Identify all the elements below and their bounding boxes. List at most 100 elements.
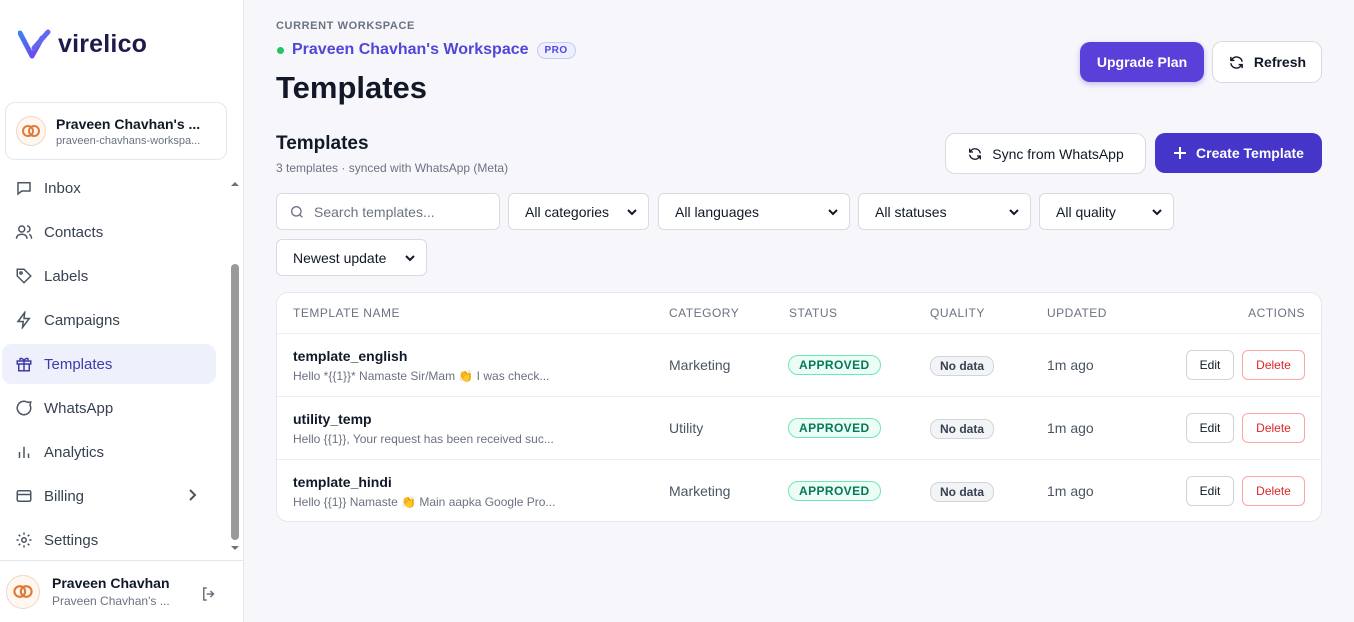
sidebar-item-label: WhatsApp [44,399,114,417]
status-badge: APPROVED [788,418,881,438]
template-preview: Hello {{1}} Namaste 👏 Main aapka Google … [293,495,556,509]
sort-value: Newest update [293,249,387,266]
logout-icon[interactable] [200,585,218,608]
sidebar-item-settings[interactable]: Settings [2,520,216,560]
sort-select[interactable]: Newest update [276,239,427,276]
sidebar-item-label: Inbox [44,179,81,197]
section-subtitle: 3 templates · synced with WhatsApp (Meta… [276,161,509,175]
search-placeholder: Search templates... [314,203,435,220]
sidebar-item-labels[interactable]: Labels [2,256,216,296]
delete-button[interactable]: Delete [1242,350,1305,380]
create-template-button[interactable]: Create Template [1155,133,1322,173]
page-title: Templates [276,70,428,105]
refresh-label: Refresh [1253,54,1307,70]
sidebar-item-label: Templates [44,355,113,373]
sidebar-item-analytics[interactable]: Analytics [2,432,216,472]
column-header-name: TEMPLATE NAME [293,306,400,320]
delete-button[interactable]: Delete [1242,476,1305,506]
edit-button[interactable]: Edit [1186,350,1234,380]
template-name: template_hindi [293,474,392,490]
tag-icon [14,266,34,286]
workspace-heading: Praveen Chavhan's Workspace PRO [277,41,576,59]
column-header-actions: ACTIONS [1248,306,1305,320]
user-workspace: Praveen Chavhan's ... [52,594,170,608]
updated-time: 1m ago [1047,357,1094,373]
brand-logo[interactable]: virelico [18,28,147,60]
sidebar-item-billing[interactable]: Billing [2,476,216,516]
scroll-up-arrow-icon[interactable] [230,180,240,188]
section-title: Templates [276,133,369,154]
online-status-dot [277,46,284,54]
sidebar-item-label: Contacts [44,223,104,241]
table-row[interactable]: template_hindi Hello {{1}} Namaste 👏 Mai… [277,460,1321,521]
workspace-card-slug: praveen-chavhans-workspa... [56,134,201,147]
refresh-icon [1228,54,1245,71]
avatar-rings-icon [13,585,33,598]
upgrade-plan-label: Upgrade Plan [1096,54,1188,70]
create-template-label: Create Template [1196,145,1304,161]
sync-label: Sync from WhatsApp [992,145,1124,162]
template-name: utility_temp [293,411,372,427]
sync-icon [967,146,983,162]
quality-filter-value: All quality [1056,203,1116,220]
templates-table: TEMPLATE NAME CATEGORY STATUS QUALITY UP… [276,292,1322,522]
gear-icon [14,530,34,550]
workspace-switcher[interactable]: Praveen Chavhan's ... praveen-chavhans-w… [5,102,227,160]
category-filter-value: All categories [525,203,610,220]
category-filter-select[interactable]: All categories [508,193,649,230]
delete-button[interactable]: Delete [1242,413,1305,443]
template-preview: Hello *{{1}}* Namaste Sir/Mam 👏 I was ch… [293,369,550,383]
user-profile[interactable]: Praveen Chavhan Praveen Chavhan's ... [0,560,243,622]
chevron-down-icon [1009,209,1019,216]
language-filter-select[interactable]: All languages [658,193,850,230]
upgrade-plan-button[interactable]: Upgrade Plan [1080,42,1204,82]
search-icon [289,204,305,220]
template-category: Utility [669,420,704,436]
updated-time: 1m ago [1047,483,1094,499]
edit-button[interactable]: Edit [1186,413,1234,443]
users-icon [14,222,34,242]
sidebar-scrollbar[interactable] [230,180,240,556]
sidebar-item-inbox[interactable]: Inbox [2,168,216,208]
scrollbar-thumb[interactable] [231,264,239,540]
chevron-down-icon [828,209,838,216]
search-input[interactable]: Search templates... [276,193,500,230]
brand-name: virelico [58,29,148,58]
credit-card-icon [14,486,34,506]
logo-mark-icon [18,29,51,59]
column-header-quality: QUALITY [930,306,985,320]
quality-badge: No data [930,482,995,502]
sidebar-item-whatsapp[interactable]: WhatsApp [2,388,216,428]
workspace-card-name: Praveen Chavhan's ... [56,115,201,132]
scroll-down-arrow-icon[interactable] [230,544,240,552]
sidebar-item-label: Campaigns [44,311,120,329]
chat-bubble-icon [14,398,34,418]
chevron-right-icon [186,488,198,506]
template-preview: Hello {{1}}, Your request has been recei… [293,432,554,446]
status-filter-select[interactable]: All statuses [858,193,1031,230]
workspace-name: Praveen Chavhan's Workspace [292,41,529,58]
edit-button[interactable]: Edit [1186,476,1234,506]
plus-icon [1173,146,1187,160]
quality-filter-select[interactable]: All quality [1039,193,1174,230]
lightning-icon [14,310,34,330]
table-row[interactable]: template_english Hello *{{1}}* Namaste S… [277,334,1321,397]
workspace-avatar [16,116,46,146]
template-category: Marketing [669,483,731,499]
sidebar-item-label: Labels [44,267,89,285]
user-name: Praveen Chavhan [52,575,170,591]
plan-badge: PRO [536,41,576,59]
sync-whatsapp-button[interactable]: Sync from WhatsApp [945,133,1146,174]
workspace-label: CURRENT WORKSPACE [276,20,415,32]
refresh-button[interactable]: Refresh [1212,41,1322,83]
column-header-status: STATUS [789,306,838,320]
sidebar-item-templates[interactable]: Templates [2,344,216,384]
sidebar-item-campaigns[interactable]: Campaigns [2,300,216,340]
table-row[interactable]: utility_temp Hello {{1}}, Your request h… [277,397,1321,460]
status-filter-value: All statuses [875,203,947,220]
chevron-down-icon [627,209,637,216]
sidebar-item-contacts[interactable]: Contacts [2,212,216,252]
avatar-rings-icon [22,125,40,137]
column-header-category: CATEGORY [669,306,740,320]
sidebar-item-label: Billing [44,487,85,505]
